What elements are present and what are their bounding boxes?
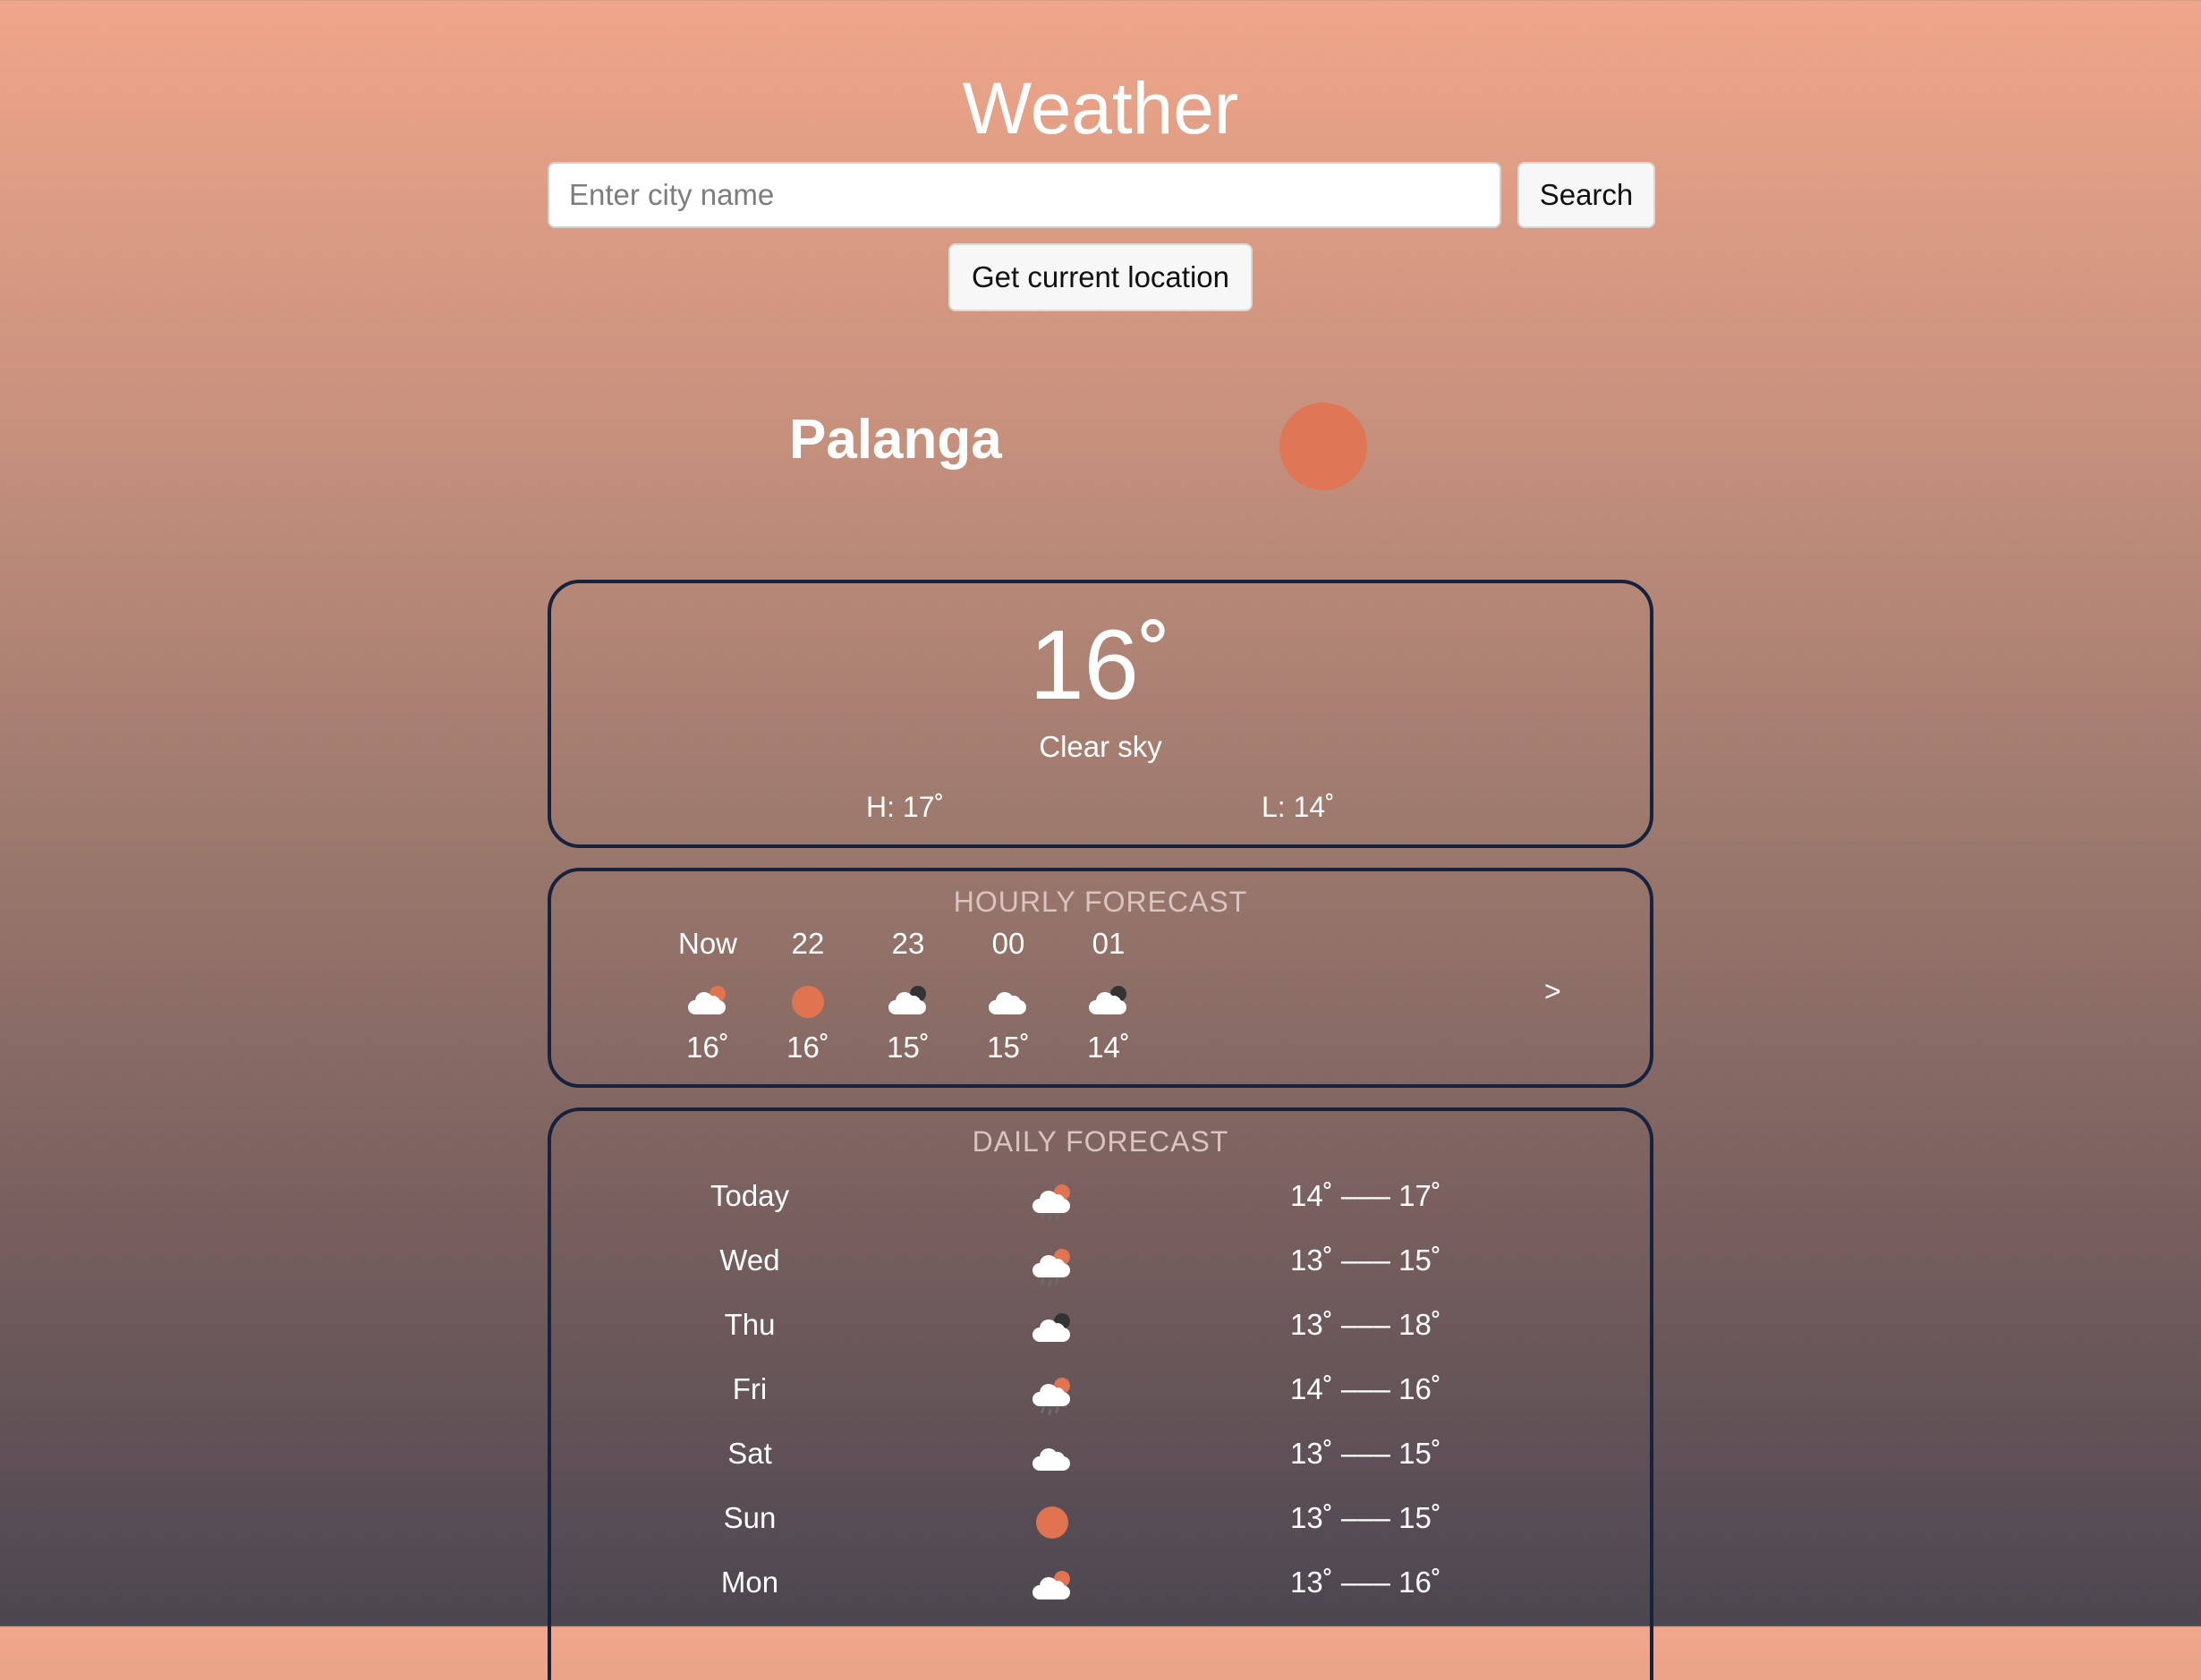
hourly-time: 22 xyxy=(791,927,825,960)
hourly-icon-wrap xyxy=(654,977,761,1027)
daily-icon-wrap xyxy=(1016,1560,1088,1614)
hourly-temperature: 15˚ xyxy=(987,1031,1030,1064)
daily-temperature-range: 14˚ ––– 17˚ xyxy=(1290,1179,1441,1212)
daily-forecast-title: DAILY FORECAST xyxy=(972,1125,1229,1158)
daily-temperature-range: 13˚ ––– 15˚ xyxy=(1290,1243,1441,1277)
daily-row: Sun 13˚ ––– 15˚ xyxy=(551,1492,1650,1557)
daily-day: Sun xyxy=(723,1501,777,1534)
daily-icon-wrap xyxy=(1016,1238,1088,1292)
daily-icon-wrap xyxy=(1016,1174,1088,1227)
hourly-icon-wrap xyxy=(754,977,862,1027)
daily-row: Mon 13˚ ––– 16˚ xyxy=(551,1557,1650,1621)
daily-day: Fri xyxy=(732,1372,768,1405)
partly-cloudy-day-icon xyxy=(1025,1567,1079,1607)
hourly-time: Now xyxy=(677,927,738,960)
daily-temperature-range: 13˚ ––– 15˚ xyxy=(1290,1437,1441,1470)
daily-icon-wrap xyxy=(1016,1367,1088,1421)
rain-sun-icon xyxy=(1025,1245,1079,1287)
partly-cloudy-night-icon xyxy=(881,982,935,1022)
daily-row: Thu 13˚ ––– 18˚ xyxy=(551,1299,1650,1363)
sun-icon xyxy=(1036,1506,1068,1539)
hourly-time: 00 xyxy=(991,927,1025,960)
daily-day: Sat xyxy=(727,1437,772,1470)
daily-row: Sat 13˚ ––– 15˚ xyxy=(551,1428,1650,1492)
daily-day: Today xyxy=(710,1179,790,1212)
high-temperature: H: 17˚ xyxy=(866,791,945,823)
daily-day: Thu xyxy=(724,1308,776,1341)
daily-icon-wrap xyxy=(1016,1496,1088,1549)
hourly-icon-wrap xyxy=(1055,977,1162,1027)
sun-icon xyxy=(1279,403,1367,490)
hourly-item: Now 16˚ xyxy=(654,871,761,1086)
daily-row: Wed 13˚ ––– 15˚ xyxy=(551,1235,1650,1299)
daily-day: Wed xyxy=(719,1243,780,1277)
search-input[interactable] xyxy=(548,162,1501,228)
current-temperature: 16˚ xyxy=(1029,610,1172,720)
hourly-item: 00 15˚ xyxy=(955,871,1062,1086)
page-title: Weather xyxy=(962,68,1239,149)
daily-temperature-range: 14˚ ––– 16˚ xyxy=(1290,1372,1441,1405)
cloud-icon xyxy=(1025,1438,1079,1478)
partly-cloudy-night-icon xyxy=(1025,1310,1079,1349)
daily-temperature-range: 13˚ ––– 15˚ xyxy=(1290,1501,1441,1534)
hourly-item: 23 15˚ xyxy=(854,871,962,1086)
rain-sun-icon xyxy=(1025,1181,1079,1223)
next-hours-button[interactable]: > xyxy=(1544,975,1561,1008)
daily-icon-wrap xyxy=(1016,1431,1088,1485)
hourly-temperature: 16˚ xyxy=(786,1031,829,1064)
hourly-icon-wrap xyxy=(854,977,962,1027)
low-temperature: L: 14˚ xyxy=(1262,791,1335,823)
hourly-temperature: 15˚ xyxy=(887,1031,930,1064)
partly-cloudy-day-icon xyxy=(681,982,735,1022)
daily-row: Fri 14˚ ––– 16˚ xyxy=(551,1363,1650,1428)
daily-forecast-card: DAILY FORECAST Today 14˚ ––– 17˚ Wed 13˚ ––… xyxy=(548,1107,1653,1680)
hourly-time: 01 xyxy=(1092,927,1126,960)
city-name: Palanga xyxy=(789,409,1002,471)
hourly-forecast-card: HOURLY FORECAST > Now 16˚ 22 16˚ 23 15˚ 00 15˚ 0… xyxy=(548,868,1653,1088)
current-weather-card: 16˚ Clear sky H: 17˚ L: 14˚ xyxy=(548,580,1653,848)
hourly-temperature: 16˚ xyxy=(686,1031,729,1064)
daily-row: Today 14˚ ––– 17˚ xyxy=(551,1170,1650,1235)
search-button[interactable]: Search xyxy=(1517,162,1655,228)
hourly-item: 22 16˚ xyxy=(754,871,862,1086)
hourly-icon-wrap xyxy=(955,977,1062,1027)
weather-condition: Clear sky xyxy=(1039,730,1162,763)
cloud-icon xyxy=(982,982,1035,1022)
daily-icon-wrap xyxy=(1016,1302,1088,1356)
sun-icon xyxy=(792,986,824,1018)
daily-day: Mon xyxy=(720,1565,779,1599)
hourly-time: 23 xyxy=(891,927,925,960)
hourly-item: 01 14˚ xyxy=(1055,871,1162,1086)
daily-temperature-range: 13˚ ––– 16˚ xyxy=(1290,1565,1441,1599)
partly-cloudy-night-icon xyxy=(1082,982,1135,1022)
daily-temperature-range: 13˚ ––– 18˚ xyxy=(1290,1308,1441,1341)
get-current-location-button[interactable]: Get current location xyxy=(948,243,1253,311)
hourly-temperature: 14˚ xyxy=(1087,1031,1130,1064)
rain-sun-icon xyxy=(1025,1374,1079,1416)
